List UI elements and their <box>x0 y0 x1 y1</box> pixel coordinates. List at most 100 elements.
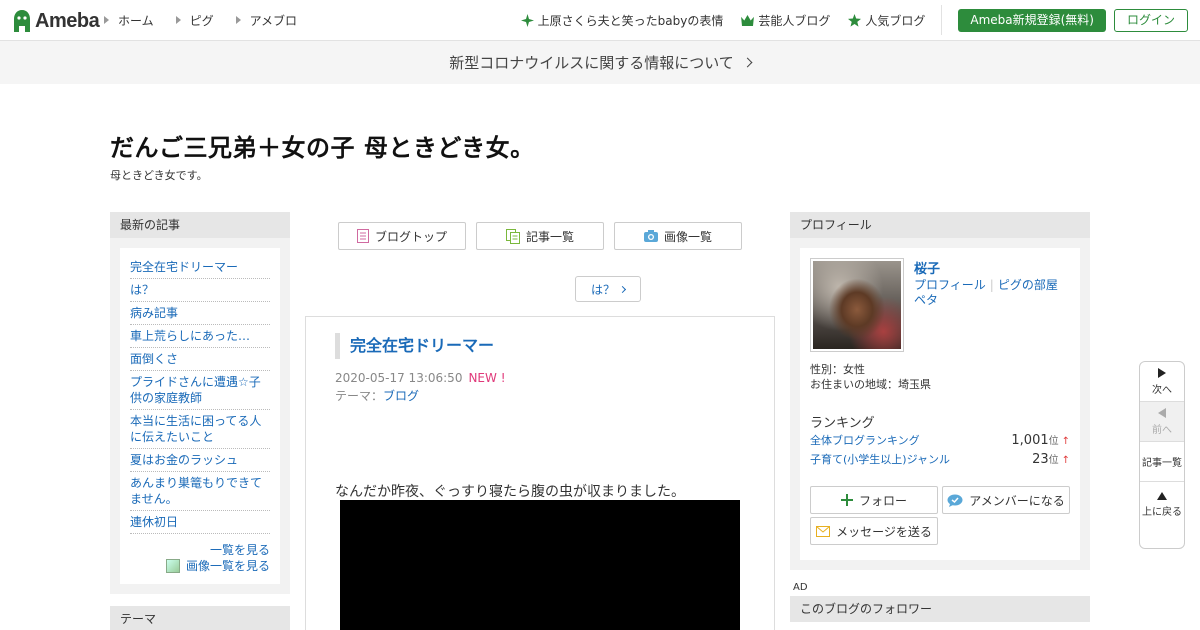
login-button[interactable]: ログイン <box>1113 8 1188 32</box>
followers-heading: このブログのフォロワー <box>790 596 1090 622</box>
send-message-button[interactable]: メッセージを送る <box>810 517 938 545</box>
next-article-button[interactable]: 次へ <box>1140 362 1184 402</box>
image-list-label: 画像一覧 <box>663 229 712 244</box>
register-button[interactable]: Ameba新規登録(無料) <box>958 8 1106 32</box>
recent-articles-heading: 最新の記事 <box>110 212 290 238</box>
popular-blog-label: 人気ブログ <box>865 13 926 28</box>
list-item[interactable]: 車上荒らしにあった… <box>130 325 270 348</box>
prev-article-button[interactable]: は？ <box>575 276 641 302</box>
article-list-label: 記事一覧 <box>525 229 574 244</box>
profile-link[interactable]: プロフィール <box>914 278 986 292</box>
ranking-unit: 位 <box>1048 455 1059 466</box>
theme-heading: テーマ <box>110 606 290 630</box>
follow-label: フォロー <box>858 493 907 508</box>
article-meta: 2020-05-17 13:06:50 NEW ! <box>335 371 506 385</box>
recent-articles-links: 一覧を見る 画像一覧を見る <box>130 542 270 574</box>
see-all-link[interactable]: 一覧を見る <box>130 542 270 558</box>
nav-label: アメブロ <box>249 13 298 28</box>
left-sidebar: 最新の記事 完全在宅ドリーマー は？ 病み記事 車上荒らしにあった… 面倒くさ … <box>110 212 290 630</box>
back-to-top-button[interactable]: 上に戻る <box>1140 482 1184 528</box>
nav-ameblo[interactable]: アメブロ <box>235 12 298 29</box>
header-divider <box>941 5 943 35</box>
ranking-value-group: 1,001位 ↑ <box>1011 432 1070 448</box>
theme-label: テーマ： <box>335 389 384 403</box>
article-datetime: 2020-05-17 13:06:50 <box>335 371 463 385</box>
chevron-right-icon <box>618 285 627 293</box>
list-item[interactable]: 病み記事 <box>130 302 270 325</box>
header-right: 上原さくら夫と笑ったbabyの表情 芸能人ブログ 人気ブログ Ameba新規登録… <box>520 0 1200 40</box>
article-list-float-button[interactable]: 記事一覧 <box>1140 442 1184 482</box>
ranking-row: 全体ブログランキング 1,001位 ↑ <box>810 432 1070 448</box>
arrow-up-icon: ↑ <box>1061 455 1070 466</box>
nav-label: ホーム <box>118 13 154 28</box>
avatar[interactable] <box>810 258 904 352</box>
list-item[interactable]: 連休初日 <box>130 511 270 534</box>
article-list-button[interactable]: 記事一覧 <box>476 222 604 250</box>
list-item[interactable]: あんまり巣篭もりできてません。 <box>130 472 270 511</box>
right-sidebar: プロフィール 桜子 プロフィール | ピグの部屋 ペタ 性別：女性 お住まいの地域：… <box>790 212 1090 570</box>
recent-articles-list: 完全在宅ドリーマー は？ 病み記事 車上荒らしにあった… 面倒くさ プライドさん… <box>120 248 280 584</box>
profile-gender: 性別：女性 <box>810 363 865 376</box>
list-item[interactable]: 夏はお金のラッシュ <box>130 449 270 472</box>
see-images-link[interactable]: 画像一覧を見る <box>130 558 270 574</box>
celebrity-blog-label: 芸能人ブログ <box>758 13 831 28</box>
nav-label: ピグ <box>189 13 214 28</box>
popular-blog-link[interactable]: 人気ブログ <box>848 12 925 29</box>
nav-home[interactable]: ホーム <box>104 12 154 29</box>
ad-label: AD <box>793 582 808 593</box>
triangle-right-icon <box>175 16 181 24</box>
blog-top-button[interactable]: ブログトップ <box>338 222 466 250</box>
amember-button[interactable]: アメンバーになる <box>942 486 1070 514</box>
blog-title[interactable]: だんご三兄弟＋女の子 母ときどき女。 <box>110 128 535 163</box>
ranking-value-group: 23位 ↑ <box>1032 451 1070 467</box>
recent-articles-panel: 完全在宅ドリーマー は？ 病み記事 車上荒らしにあった… 面倒くさ プライドさん… <box>110 238 290 594</box>
trend-link[interactable]: 上原さくら夫と笑ったbabyの表情 <box>520 12 724 29</box>
play-right-icon <box>1158 367 1166 378</box>
follow-button[interactable]: フォロー <box>810 486 938 514</box>
crown-icon <box>741 14 755 26</box>
logo-text: Ameba <box>35 9 100 32</box>
global-header: Ameba ホーム ピグ アメブロ 上原さくら夫と笑ったbabyの表情 芸能人ブ… <box>0 0 1200 41</box>
ameba-logo[interactable]: Ameba <box>12 8 100 34</box>
covid-info-banner[interactable]: 新型コロナウイルスに関する情報について <box>0 41 1200 84</box>
prev-label: 前へ <box>1152 424 1172 436</box>
image-list-icon <box>165 559 180 573</box>
ranking-label[interactable]: 全体ブログランキング <box>810 432 920 448</box>
document-icon <box>356 229 369 243</box>
new-badge: NEW ! <box>468 371 506 385</box>
global-nav: ホーム ピグ アメブロ <box>104 0 319 40</box>
avatar-image <box>813 261 901 349</box>
speech-bubble-icon <box>947 494 963 507</box>
prev-article-label: は？ <box>590 282 615 297</box>
list-item[interactable]: は？ <box>130 279 270 302</box>
profile-name[interactable]: 桜子 <box>914 258 940 277</box>
blog-description: 母ときどき女です。 <box>110 169 208 182</box>
see-all-label: 一覧を見る <box>209 543 270 557</box>
article-title[interactable]: 完全在宅ドリーマー <box>335 333 494 359</box>
list-item[interactable]: 面倒くさ <box>130 348 270 371</box>
list-item[interactable]: 完全在宅ドリーマー <box>130 256 270 279</box>
peta-link[interactable]: ペタ <box>914 293 938 307</box>
article-list-float-label: 記事一覧 <box>1142 458 1182 469</box>
next-label: 次へ <box>1152 384 1172 396</box>
triangle-right-icon <box>235 16 241 24</box>
ranking-row: 子育て(小学生以上)ジャンル 23位 ↑ <box>810 451 1070 467</box>
amember-label: アメンバーになる <box>969 493 1065 508</box>
pig-room-link[interactable]: ピグの部屋 <box>998 278 1058 292</box>
profile-region: お住まいの地域：埼玉県 <box>810 378 931 391</box>
prev-article-float-button[interactable]: 前へ <box>1140 402 1184 442</box>
profile-info: 性別：女性 お住まいの地域：埼玉県 <box>810 362 931 392</box>
article-body-text: なんだか昨夜、ぐっすり寝たら腹の虫が収まりました。 <box>335 484 685 500</box>
celebrity-blog-link[interactable]: 芸能人ブログ <box>741 12 830 29</box>
ranking-value: 23 <box>1032 452 1049 467</box>
list-item[interactable]: プライドさんに遭遇☆子供の家庭教師 <box>130 371 270 410</box>
image-list-button[interactable]: 画像一覧 <box>614 222 742 250</box>
see-images-label: 画像一覧を見る <box>185 559 270 573</box>
profile-panel: 桜子 プロフィール | ピグの部屋 ペタ 性別：女性 お住まいの地域：埼玉県 ランキ… <box>790 238 1090 570</box>
theme-link[interactable]: ブログ <box>383 389 419 403</box>
list-item[interactable]: 本当に生活に困ってる人に伝えたいこと <box>130 410 270 449</box>
article: 完全在宅ドリーマー 2020-05-17 13:06:50 NEW ! テーマ：ブ… <box>305 316 775 630</box>
ranking-label[interactable]: 子育て(小学生以上)ジャンル <box>810 451 950 467</box>
nav-pigg[interactable]: ピグ <box>175 12 214 29</box>
trend-link-label: 上原さくら夫と笑ったbabyの表情 <box>537 13 724 28</box>
